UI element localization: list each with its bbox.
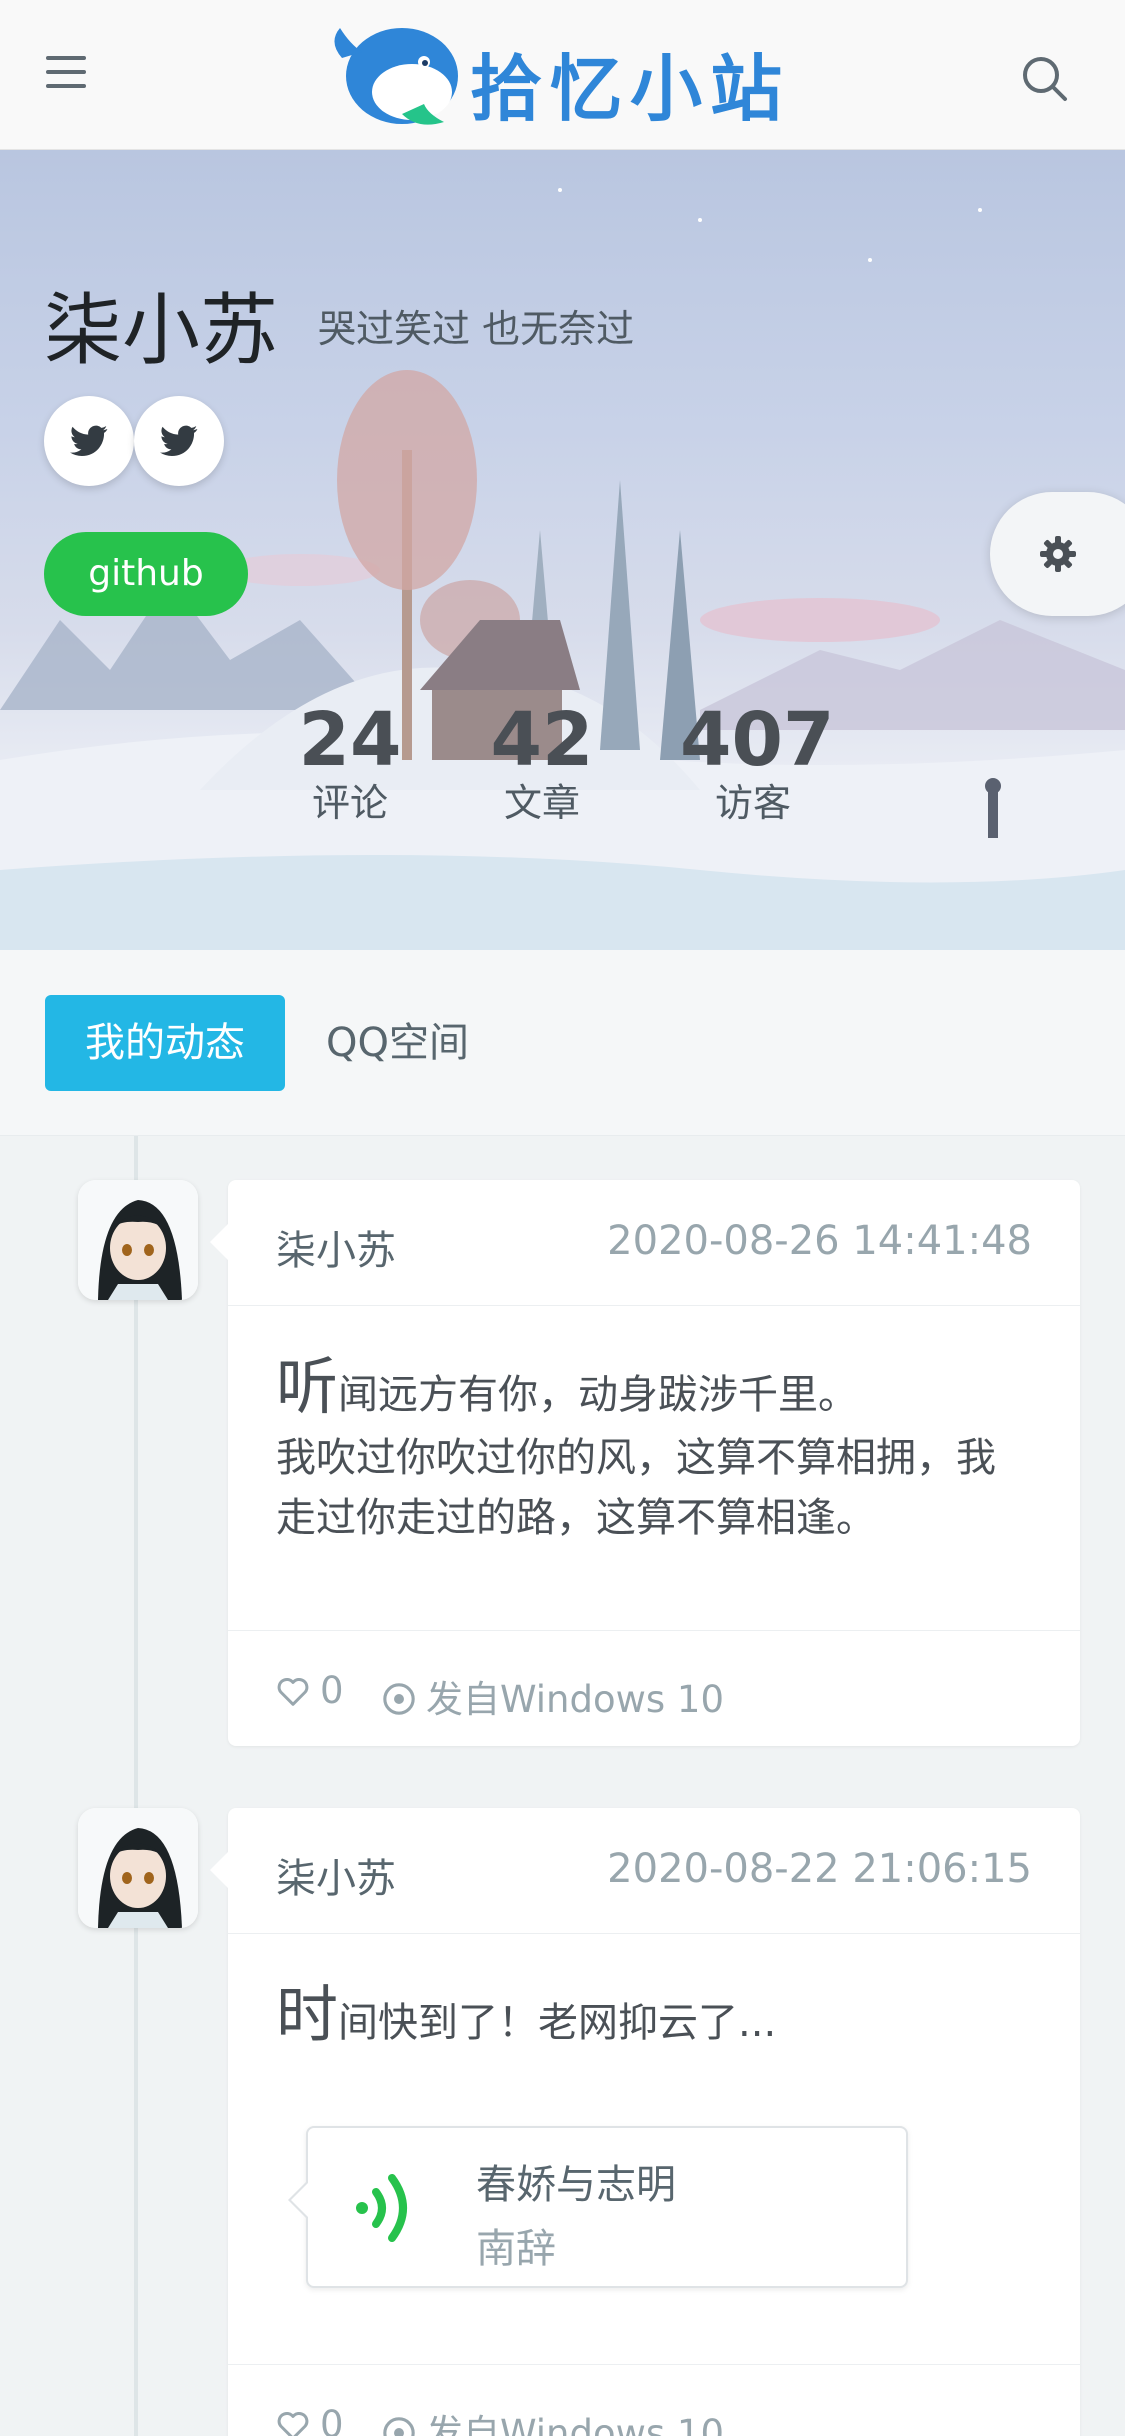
stat-visitors-value: 407: [680, 697, 835, 783]
post-footer: 0 发自Windows 10: [228, 1630, 1080, 1746]
tab-my-activity[interactable]: 我的动态: [45, 995, 285, 1091]
music-wave-icon: [356, 2174, 407, 2242]
site-logo[interactable]: 拾忆小站: [332, 18, 802, 134]
twitter-link-2[interactable]: [134, 396, 224, 486]
profile-banner: 柒小苏 哭过笑过 也无奈过 github 24 评论 42 文章 407 访客: [0, 150, 1125, 950]
twitter-link-1[interactable]: [44, 396, 134, 486]
site-title: 拾忆小站: [470, 47, 791, 131]
post-first-line: 间快到了！老网抑云了...: [338, 2000, 777, 2046]
post-card: 柒小苏 2020-08-26 14:41:48 听闻远方有你，动身跋涉千里。 我…: [210, 1180, 1080, 1746]
post-timestamp: 2020-08-26 14:41:48: [607, 1218, 1032, 1264]
music-artist: 南辞: [476, 2226, 556, 2272]
post-footer: 0 发自Windows 10: [228, 2364, 1080, 2436]
gear-icon: [1040, 536, 1076, 572]
stat-visitors: 407 访客: [680, 697, 835, 826]
avatar[interactable]: [78, 1808, 198, 1928]
post-body-text: 我吹过你吹过你的风，这算不算相拥，我走过你走过的路，这算不算相逢。: [276, 1435, 996, 1541]
profile-name: 柒小苏: [44, 286, 279, 376]
hamburger-menu-icon[interactable]: [46, 56, 106, 100]
device-info: 发自Windows 10: [382, 1669, 724, 1723]
device-label: 发自Windows 10: [426, 1678, 725, 1721]
post-card: 柒小苏 2020-08-22 21:06:15 时间快到了！老网抑云了... 春…: [210, 1808, 1080, 2436]
whale-logo-icon: [334, 28, 458, 125]
top-navbar: 拾忆小站: [0, 0, 1125, 150]
tab-qq-space[interactable]: QQ空间: [326, 995, 469, 1091]
like-button[interactable]: 0: [276, 1669, 344, 1712]
post-dropcap: 时: [276, 1978, 339, 2051]
stat-comments: 24 评论: [296, 700, 404, 826]
avatar[interactable]: [78, 1180, 198, 1300]
profile-motto: 哭过笑过 也无奈过: [318, 307, 635, 351]
heart-icon: [277, 2411, 309, 2436]
post-content: 时间快到了！老网抑云了...: [228, 1934, 1080, 2056]
stat-visitors-label: 访客: [714, 781, 791, 825]
twitter-icon: [70, 425, 108, 457]
stat-articles-label: 文章: [503, 781, 580, 825]
like-count: 0: [320, 1669, 344, 1712]
tab-bar: 我的动态 QQ空间: [0, 950, 1125, 1136]
post-timestamp: 2020-08-22 21:06:15: [607, 1846, 1032, 1892]
search-icon[interactable]: [1020, 54, 1070, 104]
post-header: 柒小苏 2020-08-22 21:06:15: [228, 1808, 1080, 1934]
like-button[interactable]: 0: [276, 2403, 344, 2436]
post-dropcap: 听: [276, 1350, 339, 1423]
target-icon: [383, 1683, 415, 1715]
stat-articles-value: 42: [490, 697, 594, 783]
post-content: 听闻远方有你，动身跋涉千里。 我吹过你吹过你的风，这算不算相拥，我走过你走过的路…: [228, 1306, 1080, 1548]
device-label: 发自Windows 10: [426, 2412, 725, 2436]
music-card[interactable]: 春娇与志明 南辞: [288, 2126, 908, 2288]
stat-comments-value: 24: [298, 697, 402, 783]
stat-articles: 42 文章: [488, 700, 596, 826]
post-author[interactable]: 柒小苏: [276, 1218, 396, 1276]
heart-icon: [277, 1677, 309, 1706]
music-title: 春娇与志明: [476, 2162, 676, 2208]
timeline-line: [134, 1136, 138, 2436]
device-info: 发自Windows 10: [382, 2403, 724, 2436]
post-author[interactable]: 柒小苏: [276, 1846, 396, 1904]
post-header: 柒小苏 2020-08-26 14:41:48: [228, 1180, 1080, 1306]
github-button[interactable]: github: [44, 532, 248, 616]
target-icon: [383, 2417, 415, 2436]
stat-comments-label: 评论: [311, 781, 388, 825]
settings-button[interactable]: [990, 492, 1125, 616]
twitter-icon: [160, 425, 198, 457]
like-count: 0: [320, 2403, 344, 2436]
post-first-line: 闻远方有你，动身跋涉千里。: [338, 1372, 859, 1418]
